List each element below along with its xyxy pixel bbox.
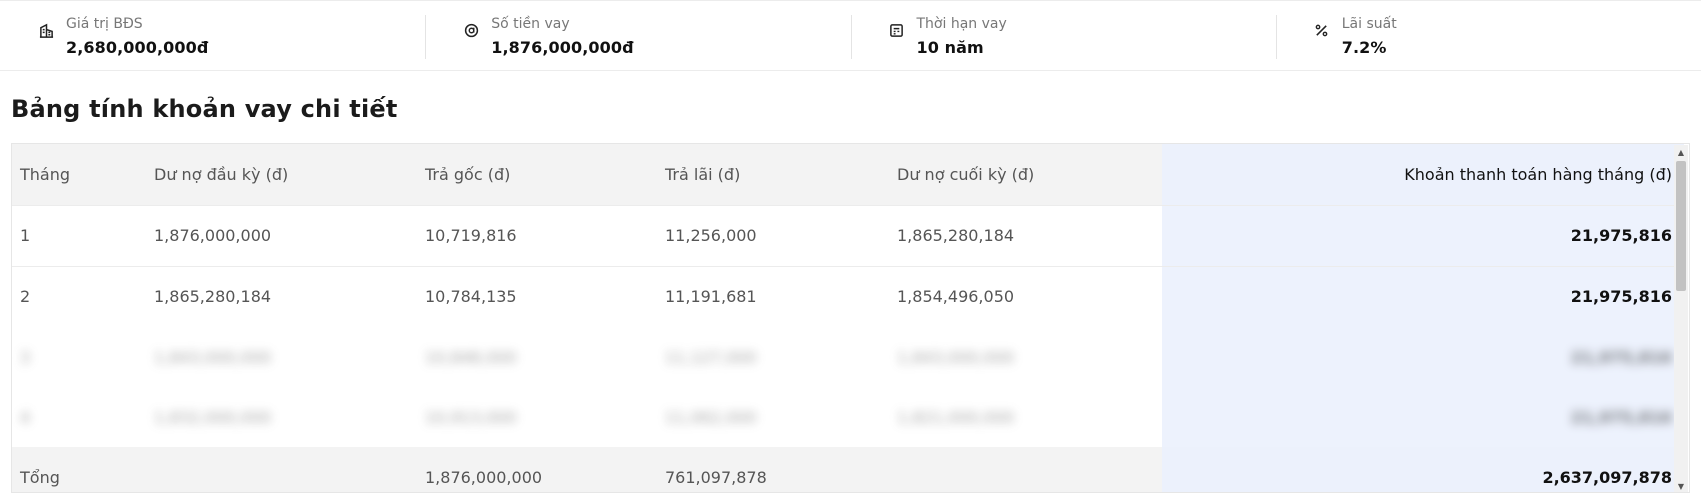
total-principal: 1,876,000,000	[417, 447, 657, 492]
scrollbar-thumb[interactable]	[1676, 161, 1686, 291]
table-row-blurred: 3 1,843,000,000 10,848,000 11,127,000 1,…	[12, 327, 1684, 387]
cell-monthly-payment: 21,975,816	[1162, 204, 1684, 266]
cell-opening-balance: 1,876,000,000	[146, 204, 417, 266]
cell-blurred: 10,913,000	[425, 407, 517, 427]
column-header-opening-balance: Dư nợ đầu kỳ (đ)	[146, 144, 417, 205]
building-icon	[38, 22, 54, 38]
summary-value: 1,876,000,000đ	[491, 38, 634, 57]
cell-interest: 11,256,000	[657, 204, 889, 266]
cell-principal: 10,719,816	[417, 204, 657, 266]
summary-label: Thời hạn vay	[916, 16, 1007, 32]
table-header-row: Tháng Dư nợ đầu kỳ (đ) Trả gốc (đ) Trả l…	[12, 144, 1684, 205]
summary-interest-rate: Lãi suất 7.2%	[1275, 1, 1701, 70]
summary-value: 2,680,000,000đ	[66, 38, 209, 57]
column-header-month: Tháng	[12, 144, 146, 205]
cell-interest: 11,191,681	[657, 265, 889, 327]
cell-monthly-payment: 21,975,816	[1162, 265, 1684, 327]
total-opening-balance	[146, 447, 417, 492]
table-row-blurred: 4 1,832,000,000 10,913,000 11,062,000 1,…	[12, 387, 1684, 447]
section-title: Bảng tính khoản vay chi tiết	[11, 95, 398, 123]
cell-closing-balance: 1,865,280,184	[889, 204, 1162, 266]
cell-blurred: 3	[20, 347, 31, 367]
total-interest: 761,097,878	[657, 447, 889, 492]
summary-loan-term: Thời hạn vay 10 năm	[850, 1, 1276, 70]
table-scrollbar[interactable]: ▲ ▼	[1674, 145, 1688, 492]
cell-opening-balance: 1,865,280,184	[146, 265, 417, 327]
column-header-closing-balance: Dư nợ cuối kỳ (đ)	[889, 144, 1162, 205]
total-monthly-payment: 2,637,097,878	[1162, 447, 1684, 492]
cell-blurred: 4	[20, 407, 31, 427]
cell-principal: 10,784,135	[417, 265, 657, 327]
total-label: Tổng	[12, 447, 146, 492]
calendar-icon	[889, 22, 905, 38]
cell-blurred: 10,848,000	[425, 347, 517, 367]
column-header-principal: Trả gốc (đ)	[417, 144, 657, 205]
cell-blurred: 1,843,000,000	[897, 347, 1015, 367]
column-header-monthly-payment: Khoản thanh toán hàng tháng (đ)	[1162, 144, 1684, 205]
loan-schedule-table[interactable]: Tháng Dư nợ đầu kỳ (đ) Trả gốc (đ) Trả l…	[11, 143, 1690, 493]
percent-icon	[1314, 22, 1330, 38]
cell-blurred: 21,975,816	[1162, 387, 1684, 447]
summary-label: Lãi suất	[1341, 16, 1397, 32]
summary-value: 7.2%	[1341, 38, 1387, 57]
cell-blurred: 21,975,816	[1162, 327, 1684, 387]
cell-month: 2	[12, 265, 146, 327]
cell-month: 1	[12, 204, 146, 266]
cell-blurred: 11,127,000	[665, 347, 757, 367]
cell-blurred: 11,062,000	[665, 407, 757, 427]
summary-value: 10 năm	[916, 38, 984, 57]
cell-blurred: 1,821,000,000	[897, 407, 1015, 427]
summary-loan-amount: Số tiền vay 1,876,000,000đ	[425, 1, 850, 70]
scroll-down-arrow-icon[interactable]: ▼	[1674, 479, 1688, 492]
table-row: 2 1,865,280,184 10,784,135 11,191,681 1,…	[12, 265, 1684, 327]
total-closing-balance	[889, 447, 1162, 492]
table-row: 1 1,876,000,000 10,719,816 11,256,000 1,…	[12, 204, 1684, 266]
summary-property-value: Giá trị BĐS 2,680,000,000đ	[0, 1, 425, 70]
table-total-row: Tổng 1,876,000,000 761,097,878 2,637,097…	[12, 447, 1684, 492]
column-header-interest: Trả lãi (đ)	[657, 144, 889, 205]
loan-summary-bar: Giá trị BĐS 2,680,000,000đ Số tiền vay 1…	[0, 0, 1701, 71]
scroll-up-arrow-icon[interactable]: ▲	[1674, 145, 1688, 159]
cell-blurred: 1,832,000,000	[154, 407, 272, 427]
cell-blurred: 1,843,000,000	[154, 347, 272, 367]
summary-label: Số tiền vay	[491, 16, 570, 32]
summary-label: Giá trị BĐS	[66, 16, 143, 32]
coin-icon	[463, 22, 479, 38]
cell-closing-balance: 1,854,496,050	[889, 265, 1162, 327]
